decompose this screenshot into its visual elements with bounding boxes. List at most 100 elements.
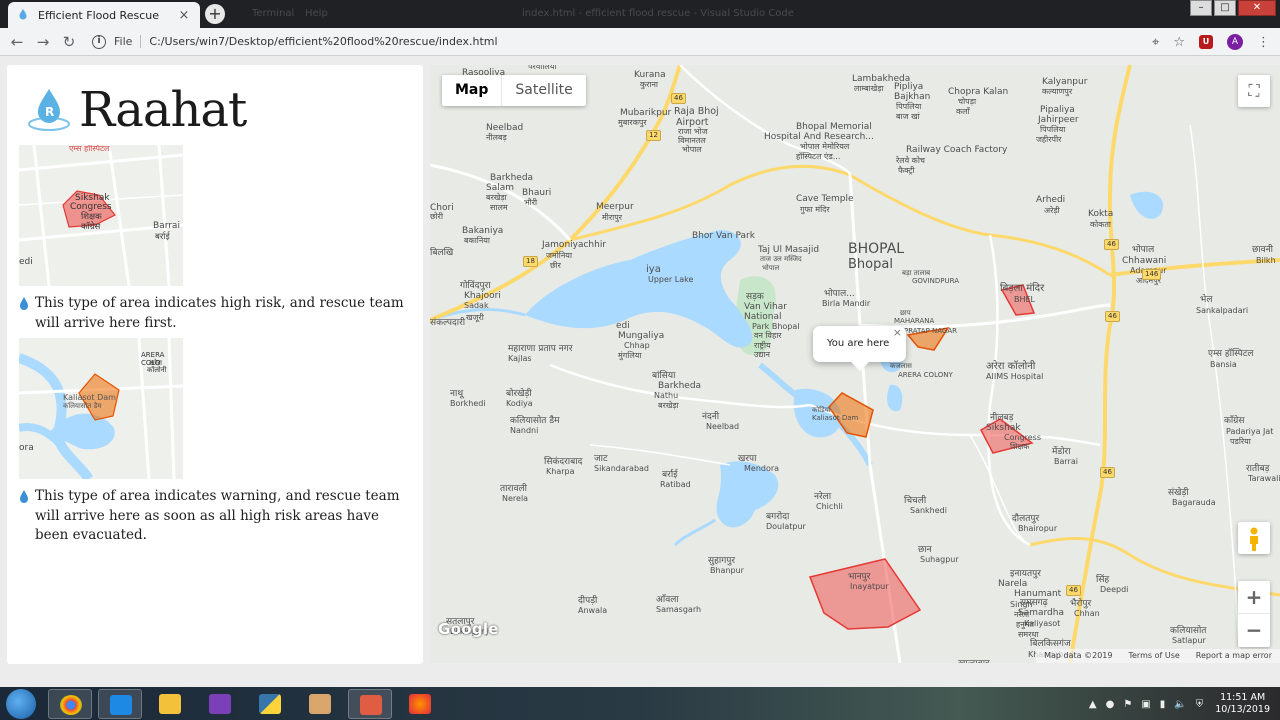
map-place-label: तारावली	[500, 484, 527, 494]
map-place-label: Kurana	[634, 70, 666, 80]
close-window-button[interactable]: ✕	[1238, 0, 1276, 16]
ghost-menu-terminal: Terminal	[252, 8, 295, 19]
map-place-label: Van Vihar	[744, 302, 787, 312]
taskbar-visual-studio[interactable]	[198, 689, 242, 719]
map-place-label: कोकता	[1090, 220, 1111, 229]
raahat-favicon-icon	[19, 9, 27, 20]
new-tab-button[interactable]: +	[205, 4, 225, 24]
map-place-label: Chhan	[1074, 609, 1100, 618]
taskbar-chrome[interactable]	[48, 689, 92, 719]
tray-device-icon[interactable]: ▣	[1141, 699, 1150, 710]
map-place-label: आँवला	[656, 595, 679, 605]
fullscreen-icon[interactable]: ⛶	[1238, 75, 1270, 107]
map-place-label: Arhedi	[1036, 195, 1066, 205]
map-type-map-button[interactable]: Map	[442, 75, 503, 106]
map-place-label: विमानतल	[678, 136, 706, 145]
url-text[interactable]: C:/Users/win7/Desktop/efficient%20flood%…	[149, 35, 497, 48]
map-place-label: PRATAP NAGAR	[904, 327, 957, 335]
route-shield: 46	[671, 93, 686, 104]
route-shield: 46	[1100, 467, 1115, 478]
map-place-label: उद्यान	[754, 350, 770, 359]
address-bar[interactable]: i File C:/Users/win7/Desktop/efficient%2…	[92, 34, 498, 49]
taskbar-git[interactable]	[348, 689, 392, 719]
terms-of-use-link[interactable]: Terms of Use	[1120, 649, 1187, 663]
ghost-window-title: index.html - efficient flood rescue - Vi…	[522, 8, 794, 19]
report-map-error-link[interactable]: Report a map error	[1188, 649, 1280, 663]
taskbar-explorer[interactable]	[148, 689, 192, 719]
flag-icon[interactable]: ⚑	[1123, 699, 1132, 710]
map-type-satellite-button[interactable]: Satellite	[502, 75, 585, 106]
map-place-label: समरधा	[1018, 630, 1039, 639]
map-place-label: गोविंदपुरा	[460, 281, 491, 291]
thumb1-label-7: एम्स हॉस्पिटल	[69, 145, 110, 153]
map-place-label: Mungaliya	[618, 331, 665, 341]
browser-tab[interactable]: Efficient Flood Rescue ×	[8, 2, 200, 28]
tray-app-icon[interactable]: ●	[1106, 699, 1115, 710]
start-button[interactable]	[6, 689, 36, 719]
map-place-label: Raja Bhoj	[674, 106, 719, 117]
map-place-label: कोडिया	[812, 406, 831, 414]
map-place-label: Nathu	[654, 391, 679, 400]
extension-icon[interactable]: U	[1199, 35, 1213, 49]
map-place-label: ARERA COLONY	[898, 371, 953, 379]
map-place-label: चोपड़ा	[958, 97, 977, 106]
zoom-in-button[interactable]: +	[1238, 581, 1270, 614]
menu-kebab-icon[interactable]: ⋮	[1257, 35, 1270, 50]
page-body: R Raahat एम्स हॉस्पिटल Sikshak Congress …	[0, 57, 1280, 687]
bookmark-star-icon[interactable]: ☆	[1173, 35, 1185, 50]
back-arrow-icon[interactable]: ←	[4, 33, 30, 51]
map-place-label: Barkheda	[490, 173, 534, 183]
taskbar-firefox[interactable]	[398, 689, 442, 719]
map-attribution: Map data ©2019 Terms of Use Report a map…	[1036, 649, 1280, 663]
maximize-button[interactable]: □	[1214, 0, 1236, 16]
reload-icon[interactable]: ↻	[56, 33, 82, 51]
thumb1-label-3: कॉग्रेस	[81, 222, 101, 232]
route-shield: 46	[1105, 311, 1120, 322]
map-place-label: edi	[616, 321, 630, 331]
map-place-label: Bhor Van Park	[692, 231, 755, 241]
vscode-icon	[110, 695, 132, 715]
minimize-button[interactable]: –	[1190, 0, 1212, 16]
map-place-label: AIIMS Hospital	[986, 372, 1044, 381]
map-place-label: Kaliyasot	[1024, 619, 1061, 628]
location-target-icon[interactable]: ⌖	[1152, 35, 1159, 50]
map-place-label: कलियासोत डैम	[510, 416, 560, 426]
git-icon	[360, 695, 382, 715]
chrome-icon	[60, 695, 82, 715]
legend-warning-text: This type of area indicates warning, and…	[35, 488, 400, 543]
shield-icon[interactable]: ⛨	[1196, 699, 1204, 710]
taskbar-clock[interactable]: 11:51 AM 10/13/2019	[1215, 692, 1270, 716]
pegman-icon[interactable]	[1238, 522, 1270, 554]
paint-palette-icon	[309, 694, 331, 714]
thumb1-label-6: edi	[19, 257, 33, 267]
map-place-label: Congress	[1004, 433, 1041, 442]
tray-expand-icon[interactable]: ▲	[1089, 699, 1097, 710]
map-place-label: अरेरा कॉलोनी	[986, 361, 1036, 372]
forward-arrow-icon[interactable]: →	[30, 33, 56, 51]
map-place-label: पिपलिया	[1040, 125, 1066, 134]
map-place-label: कजलास	[890, 362, 912, 370]
map-place-label: संखेड़ी	[1168, 488, 1189, 498]
map-place-label: चिचली	[904, 496, 927, 506]
clock-time: 11:51 AM	[1220, 692, 1266, 703]
map-place-label: बड़ा तालाब	[902, 269, 931, 277]
network-icon[interactable]: ▮	[1160, 699, 1166, 710]
map-place-label: भेल	[1200, 295, 1213, 305]
map-place-label: दौलतपुर	[1012, 514, 1040, 524]
map-place-label: बांसिया	[652, 371, 676, 381]
taskbar-paint[interactable]	[298, 689, 342, 719]
taskbar-python[interactable]	[248, 689, 292, 719]
thumb1-label-5: बर्राई	[155, 232, 170, 242]
map-place-label: Kodiya	[506, 399, 533, 408]
volume-icon[interactable]: 🔈	[1174, 699, 1186, 710]
taskbar-vscode[interactable]	[98, 689, 142, 719]
tab-close-icon[interactable]: ×	[176, 8, 192, 23]
zoom-out-button[interactable]: −	[1238, 614, 1270, 647]
map-place-label: Narela	[998, 579, 1028, 589]
site-info-icon[interactable]: i	[92, 34, 106, 49]
google-map[interactable]: परवालिया Rasooliya Kurana कुराना Mubarikpur म…	[430, 65, 1280, 663]
map-place-label: सालम	[490, 203, 508, 212]
infowindow-close-icon[interactable]: ×	[893, 326, 902, 339]
map-place-label: सुहागपुर	[708, 556, 736, 566]
profile-avatar[interactable]: A	[1227, 34, 1243, 50]
